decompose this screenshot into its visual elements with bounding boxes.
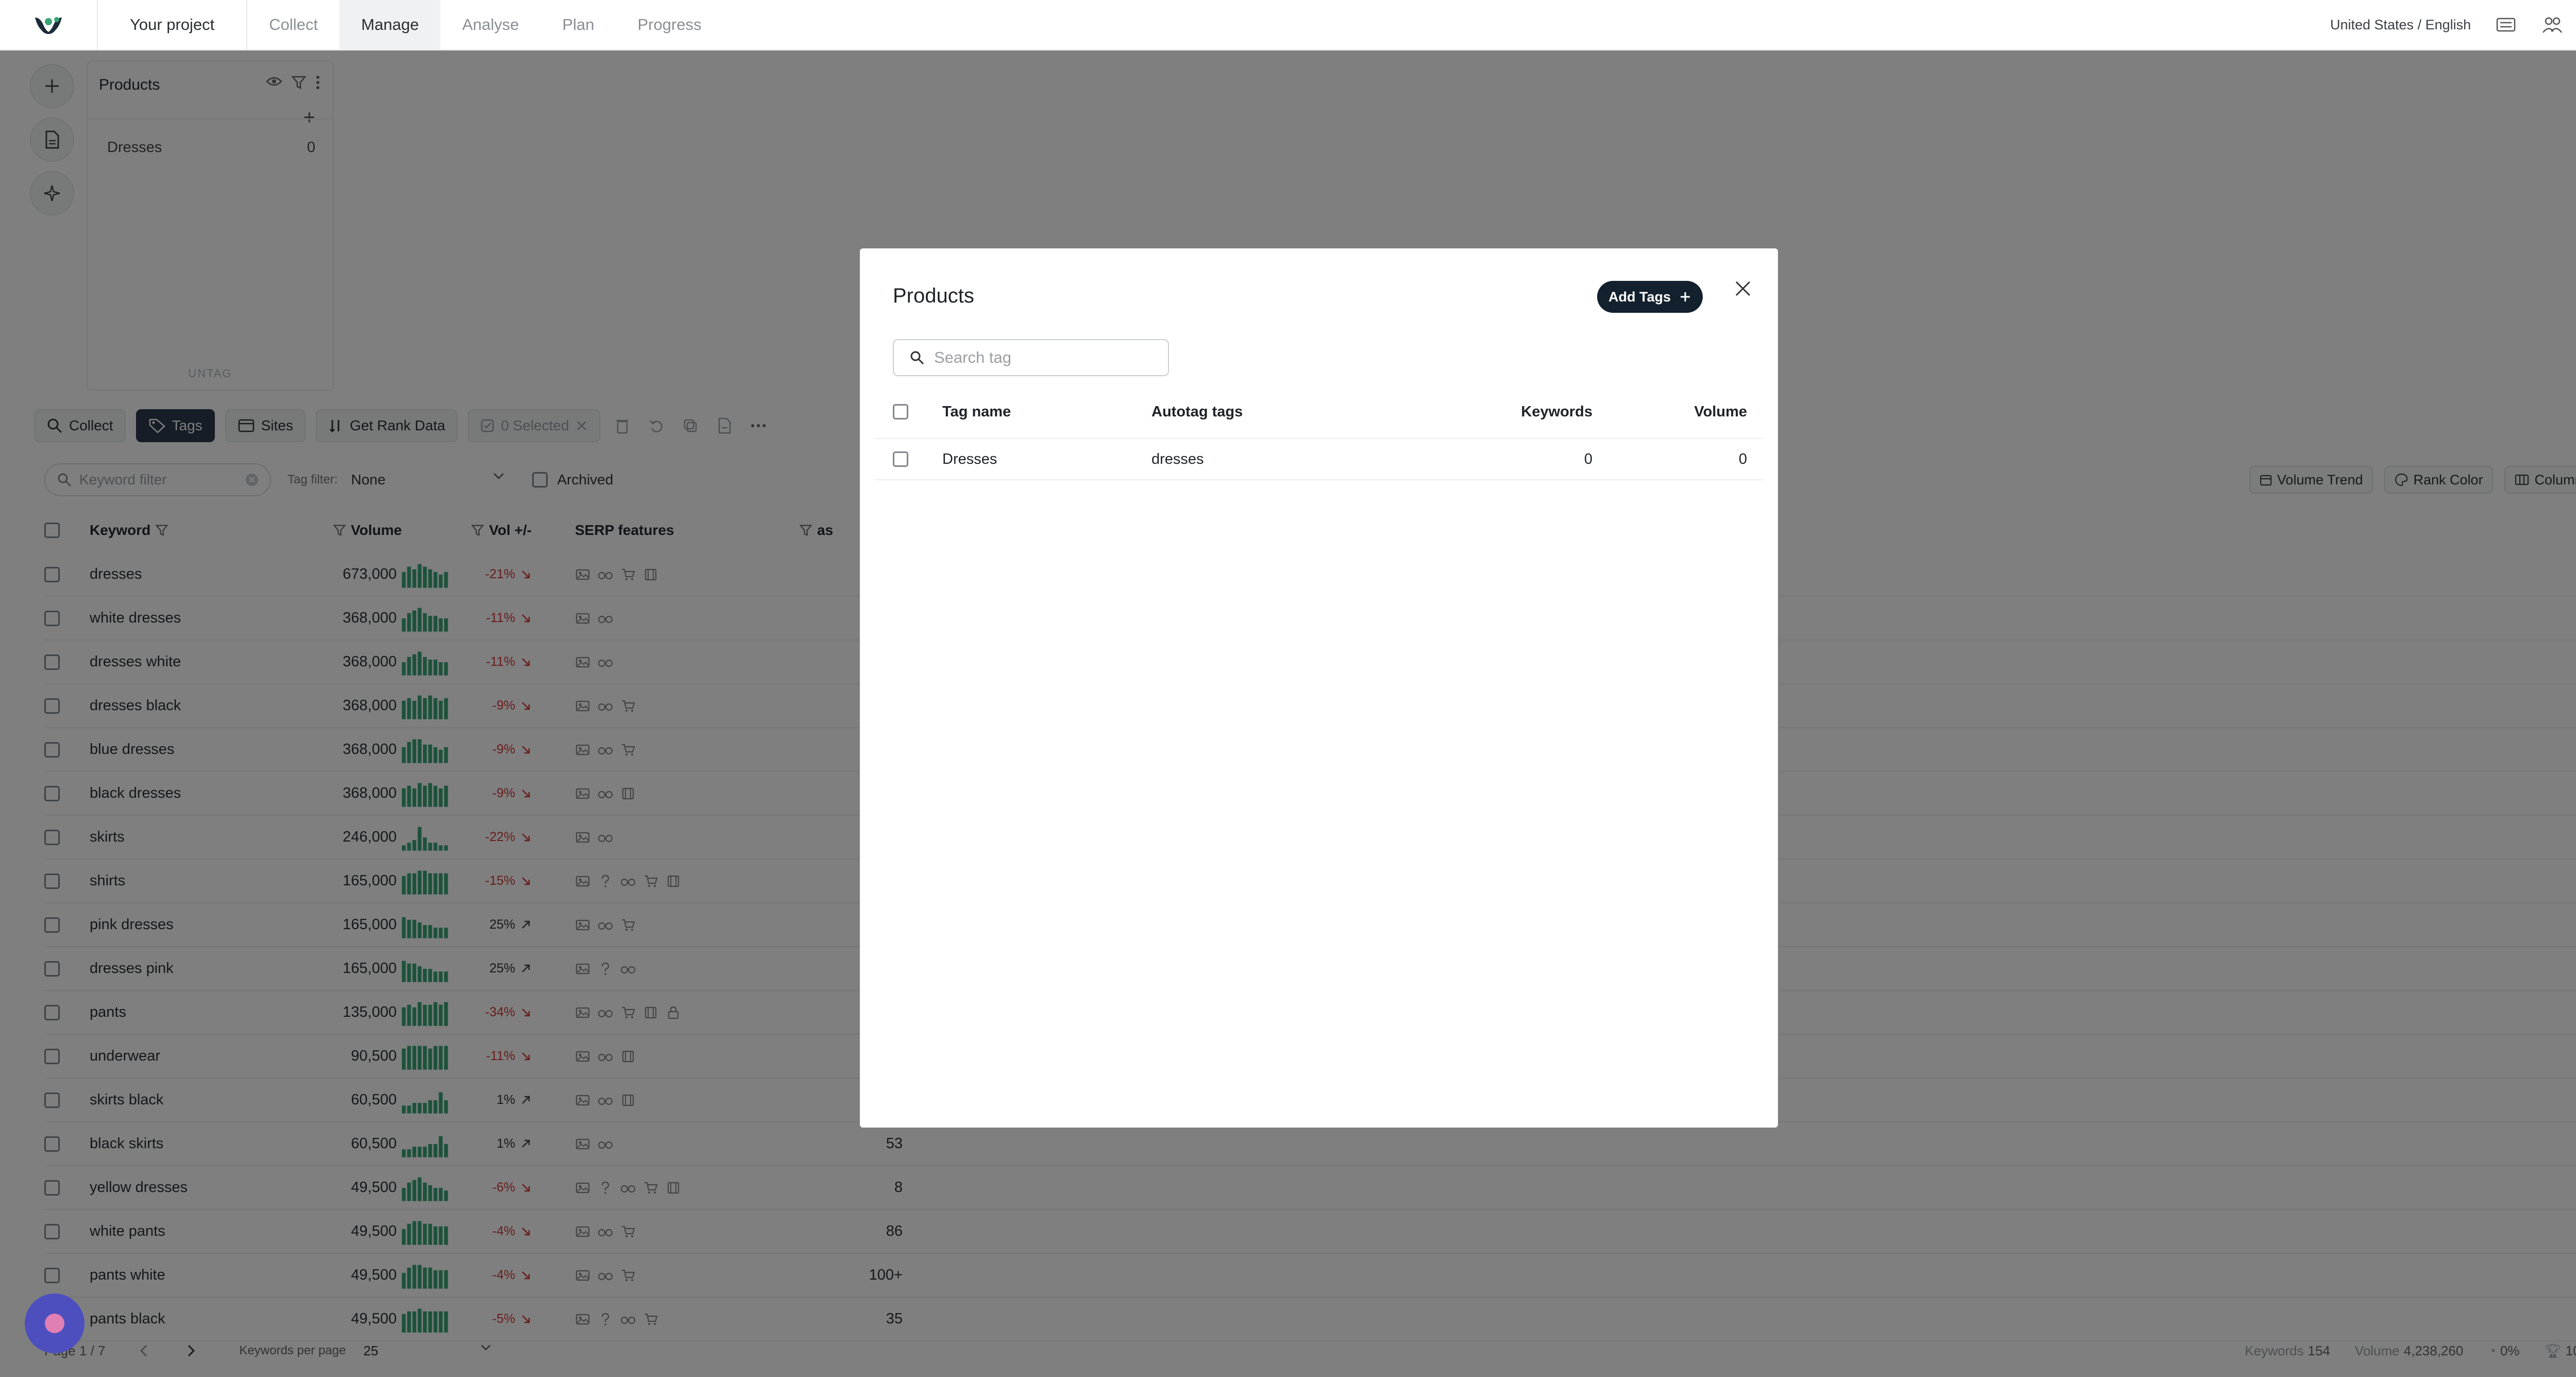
top-navigation: Your project Collect Manage Analyse Plan… xyxy=(0,0,2576,51)
search-tag-placeholder: Search tag xyxy=(934,348,1011,366)
logo-icon xyxy=(35,17,62,34)
volume-header[interactable]: Volume xyxy=(1592,404,1747,421)
tab-analyse[interactable]: Analyse xyxy=(440,0,540,50)
tab-manage[interactable]: Manage xyxy=(340,0,441,50)
locale-selector[interactable]: United States / English xyxy=(2330,17,2471,33)
add-tags-label: Add Tags xyxy=(1608,289,1671,305)
add-tags-button[interactable]: Add Tags xyxy=(1597,281,1703,313)
list-icon[interactable] xyxy=(2495,13,2517,36)
keywords-cell: 0 xyxy=(1584,450,1592,467)
keywords-header[interactable]: Keywords xyxy=(1430,404,1592,421)
tag-name-cell[interactable]: Dresses xyxy=(942,451,1151,468)
tab-progress[interactable]: Progress xyxy=(616,0,723,50)
products-modal: Products Add Tags Search tag Tag name Au… xyxy=(860,248,1778,1128)
tab-plan[interactable]: Plan xyxy=(540,0,616,50)
project-selector[interactable]: Your project xyxy=(98,0,248,50)
volume-cell: 0 xyxy=(1738,450,1747,467)
autotag-cell: dresses xyxy=(1151,450,1204,467)
modal-select-all-checkbox[interactable] xyxy=(893,404,908,419)
users-icon[interactable] xyxy=(2541,13,2564,36)
search-tag-input[interactable]: Search tag xyxy=(893,339,1169,376)
autotag-header[interactable]: Autotag tags xyxy=(1151,404,1430,421)
search-icon xyxy=(910,351,924,365)
close-icon xyxy=(1735,281,1751,296)
tag-row-checkbox[interactable] xyxy=(893,451,908,467)
tag-name-header[interactable]: Tag name xyxy=(942,404,1151,421)
modal-table-header: Tag name Autotag tags Keywords Volume xyxy=(893,399,1747,425)
close-modal-button[interactable] xyxy=(1726,272,1759,305)
modal-title: Products xyxy=(893,284,974,307)
modal-tag-row[interactable]: Dresses dresses 0 0 xyxy=(874,438,1764,480)
assistant-button[interactable] xyxy=(25,1294,84,1353)
tab-collect[interactable]: Collect xyxy=(247,0,340,50)
plus-icon xyxy=(1681,292,1690,301)
assistant-icon xyxy=(45,1314,64,1333)
app-logo[interactable] xyxy=(0,0,98,50)
